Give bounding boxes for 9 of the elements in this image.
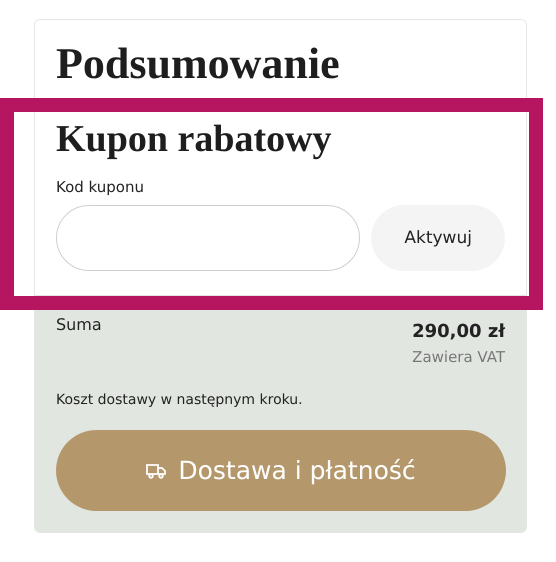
coupon-heading: Kupon rabatowy <box>56 117 333 162</box>
total-label: Suma <box>56 315 102 336</box>
truck-icon <box>146 462 166 478</box>
activate-button[interactable]: Aktywuj <box>371 205 505 271</box>
shipping-note: Koszt dostawy w następnym kroku. <box>56 392 304 408</box>
tax-note: Zawiera VAT <box>412 348 505 366</box>
coupon-code-label: Kod kuponu <box>56 178 146 196</box>
total-amount: 290,00 zł <box>412 321 505 342</box>
summary-title: Podsumowanie <box>56 38 341 90</box>
